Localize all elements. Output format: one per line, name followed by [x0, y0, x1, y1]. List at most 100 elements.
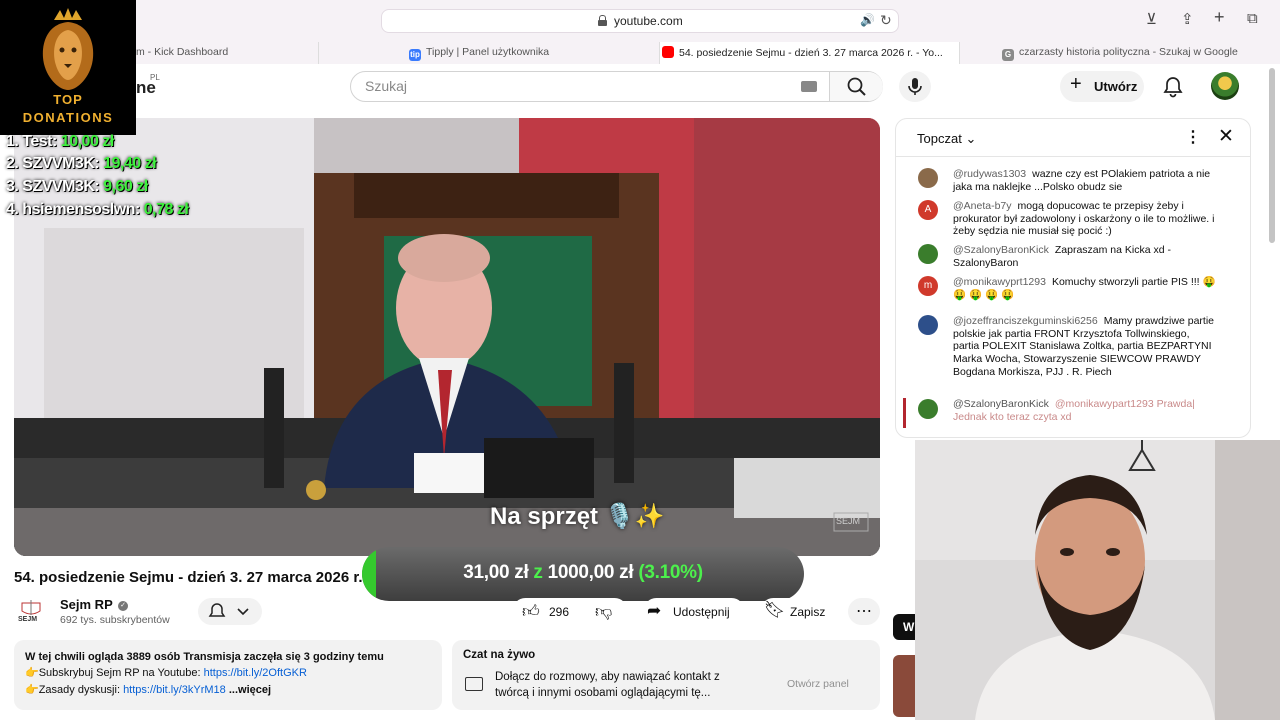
tab-tipply[interactable]: tip Tipply | Panel użytkownika	[319, 42, 660, 64]
subscription-bell-button[interactable]	[198, 598, 262, 625]
video-description[interactable]: W tej chwili ogląda 3889 osób Transmisja…	[14, 640, 442, 710]
dislike-icon[interactable]: 👎︎	[595, 601, 612, 622]
like-dislike-group: 👍︎ 296 👎︎	[512, 598, 628, 625]
share-arrow-icon: ➦	[647, 601, 662, 620]
page-scrollbar[interactable]	[1269, 68, 1275, 243]
recommended-thumbnail[interactable]	[893, 655, 915, 717]
address-url: youtube.com	[614, 14, 683, 28]
youtube-region: PL	[150, 73, 160, 82]
lock-icon	[598, 15, 607, 26]
bookmark-icon: 🔖︎	[764, 600, 786, 619]
chat-author[interactable]: @SzalonyBaronKick	[953, 244, 1049, 256]
donation-name: hsiemensoslwn:	[22, 201, 140, 218]
donation-entry: 2. SZVVM3K: 19,40 zł	[6, 155, 157, 173]
tab-bar: m - Kick Dashboard tip Tipply | Panel uży…	[136, 42, 1280, 64]
notifications-icon[interactable]	[1160, 74, 1186, 100]
save-button[interactable]: 🔖︎ Zapisz	[760, 598, 840, 625]
donation-amount: 9,60 zł	[103, 178, 148, 195]
donation-entry: 4. hsiemensoslwn: 0,78 zł	[6, 201, 189, 219]
goal-target: 1000,00 zł	[547, 562, 634, 583]
chat-author[interactable]: @monikawyprt1293	[953, 276, 1046, 288]
chat-author[interactable]: @SzalonyBaronKick	[953, 398, 1049, 410]
tab-kick-dashboard[interactable]: m - Kick Dashboard	[136, 42, 319, 64]
description-line: 👉Subskrybuj Sejm RP na Youtube: https://…	[25, 667, 307, 680]
share-button[interactable]: ➦ Udostępnij	[643, 598, 745, 625]
share-icon[interactable]: ⇪	[1181, 10, 1194, 28]
tab-google-search[interactable]: Gczarzasty historia polityczna - Szukaj …	[960, 42, 1280, 64]
chevron-down-icon: ⌄	[965, 131, 977, 146]
download-icon[interactable]: ⊻	[1146, 10, 1157, 28]
chat-message: @SzalonyBaronKick Zapraszam na Kicka xd -…	[953, 244, 1218, 269]
chat-avatar: m	[918, 276, 938, 296]
microphone-icon	[908, 78, 922, 95]
chat-author[interactable]: @rudywas1303	[953, 168, 1026, 180]
speaker-icon[interactable]: 🔊	[860, 13, 875, 27]
donation-goal-bar: 31,00 zł z 1000,00 zł (3.10%)	[362, 547, 804, 601]
keyboard-icon[interactable]	[801, 81, 817, 92]
donation-amount: 0,78 zł	[143, 201, 189, 218]
chat-promo-text: Dołącz do rozmowy, aby nawiązać kontakt …	[495, 671, 720, 699]
rules-link[interactable]: https://bit.ly/3kYrM18	[123, 684, 226, 696]
tipply-favicon-icon: tip	[409, 49, 421, 61]
account-avatar[interactable]	[1211, 72, 1239, 100]
tab-title: Tipply | Panel użytkownika	[426, 46, 550, 58]
reload-icon[interactable]: ↻	[880, 12, 892, 29]
more-actions-icon[interactable]: ⋯	[848, 598, 880, 625]
donations-title-top: TOP	[53, 92, 83, 107]
description-stats: W tej chwili ogląda 3889 osób Transmisja…	[25, 651, 384, 663]
donation-name: SZVVM3K:	[22, 178, 100, 195]
tab-youtube-sejm[interactable]: 54. posiedzenie Sejmu - dzień 3. 27 marc…	[660, 42, 960, 64]
close-icon[interactable]: ✕	[1218, 125, 1234, 148]
tab-overview-icon[interactable]: ⧉	[1247, 10, 1258, 27]
search-input[interactable]	[365, 78, 785, 94]
channel-name[interactable]: Sejm RP	[60, 597, 113, 612]
chat-author[interactable]: @Aneta-b7y	[953, 200, 1012, 212]
donation-entry: 1. Test: 10,00 zł	[6, 133, 114, 151]
open-panel-button[interactable]: Otwórz panel	[787, 678, 849, 690]
verified-badge-icon: ✓	[118, 601, 128, 611]
subscribe-link[interactable]: https://bit.ly/2OftGKR	[204, 667, 307, 679]
description-line: 👉Zasady dyskusji: https://bit.ly/3kYrM18…	[25, 683, 272, 696]
goal-text: 31,00 zł z 1000,00 zł (3.10%)	[362, 562, 804, 584]
chat-avatar	[918, 244, 938, 264]
chat-menu-icon[interactable]: ⋮	[1185, 127, 1201, 147]
plus-icon: +	[1070, 73, 1082, 95]
subscriber-count: 692 tys. subskrybentów	[60, 614, 170, 626]
tab-title: czarzasty historia polityczna - Szukaj w…	[1019, 46, 1238, 58]
tab-title: 54. posiedzenie Sejmu - dzień 3. 27 marc…	[679, 47, 943, 59]
chat-avatar	[918, 168, 938, 188]
youtube-favicon-icon	[662, 46, 674, 58]
sidebar-chip[interactable]: W	[893, 614, 915, 640]
top-donations-panel: TOP DONATIONS	[0, 0, 136, 135]
donation-entry: 3. SZVVM3K: 9,60 zł	[6, 178, 148, 196]
highlight-marker	[903, 398, 906, 428]
like-icon[interactable]: 👍︎	[522, 601, 540, 622]
tab-title: m - Kick Dashboard	[136, 46, 229, 58]
donation-name: SZVVM3K:	[22, 155, 100, 172]
share-label: Udostępnij	[673, 605, 730, 619]
search-button[interactable]	[829, 72, 883, 101]
chat-avatar	[918, 315, 938, 335]
chat-message: @Aneta-b7y mogą dopucowac te przepisy żeb…	[953, 200, 1218, 238]
channel-logo[interactable]: SEJM	[14, 597, 48, 625]
goal-current: 31,00 zł	[463, 562, 529, 583]
address-bar[interactable]: youtube.com 🔊 ↻	[381, 9, 899, 33]
chat-message: @jozeffranciszekguminski6256 Mamy prawdzi…	[953, 315, 1218, 379]
voice-search-button[interactable]	[899, 71, 931, 102]
donations-title-bottom: DONATIONS	[22, 110, 114, 125]
new-tab-icon[interactable]: +	[1214, 7, 1225, 28]
chat-bubble-icon	[465, 677, 483, 691]
search-box[interactable]	[350, 71, 883, 102]
video-watermark: SEJM	[836, 516, 861, 526]
donation-rank: 3.	[6, 178, 19, 195]
chat-mode-dropdown[interactable]: Topczat ⌄	[917, 131, 976, 147]
channel-logo-text: SEJM	[18, 616, 38, 623]
chat-message: @SzalonyBaronKick @monikawypart1293 Prawd…	[953, 398, 1218, 423]
show-more-link[interactable]: ...więcej	[229, 684, 271, 696]
goal-percent: (3.10%)	[638, 562, 703, 583]
bell-dropdown-icon	[208, 603, 249, 617]
chat-message: @monikawyprt1293 Komuchy stworzyli partie…	[953, 276, 1218, 301]
chat-author[interactable]: @jozeffranciszekguminski6256	[953, 315, 1098, 327]
create-button[interactable]: + Utwórz	[1060, 71, 1144, 102]
chat-header: Topczat ⌄ ⋮ ✕	[896, 119, 1250, 157]
